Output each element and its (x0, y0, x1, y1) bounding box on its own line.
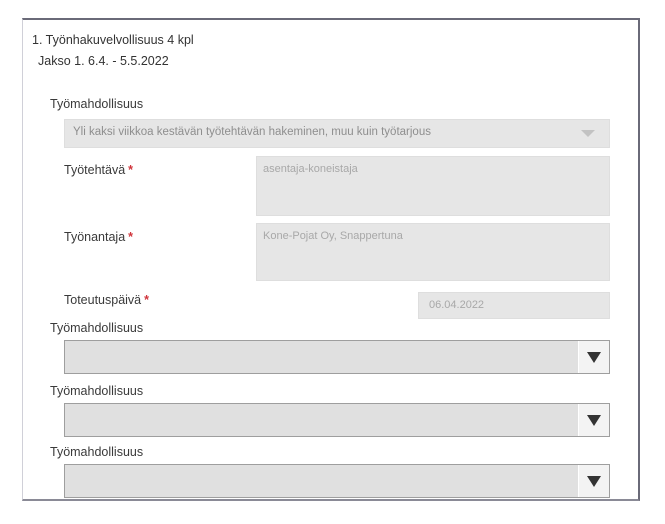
opportunity-selected-value: Yli kaksi viikkoa kestävän työtehtävän h… (73, 126, 431, 138)
required-asterisk: * (144, 293, 150, 307)
opportunity-label: Työmahdollisuus (50, 97, 144, 111)
employer-textarea: Kone-Pojat Oy, Snappertuna (256, 223, 610, 281)
dropdown-button[interactable] (578, 404, 609, 436)
opportunity-label-3: Työmahdollisuus (50, 384, 144, 398)
required-asterisk: * (128, 230, 134, 244)
triangle-down-icon (587, 476, 601, 487)
employer-label: Työnantaja * (64, 230, 133, 244)
chevron-down-icon (581, 130, 595, 137)
period-label: Jakso 1. 6.4. - 5.5.2022 (38, 54, 169, 68)
triangle-down-icon (587, 352, 601, 363)
opportunity-select-disabled: Yli kaksi viikkoa kestävän työtehtävän h… (64, 119, 610, 148)
opportunity-dropdown-2[interactable] (64, 340, 610, 374)
date-label: Toteutuspäivä * (64, 293, 149, 307)
opportunity-dropdown-3[interactable] (64, 403, 610, 437)
dropdown-button[interactable] (578, 465, 609, 497)
opportunity-label-4: Työmahdollisuus (50, 445, 144, 459)
date-label-text: Toteutuspäivä (64, 293, 142, 307)
dropdown-button[interactable] (578, 341, 609, 373)
task-label-text: Työtehtävä (64, 163, 126, 177)
employer-label-text: Työnantaja (64, 230, 126, 244)
date-field: 06.04.2022 (418, 292, 610, 319)
opportunity-dropdown-4[interactable] (64, 464, 610, 498)
task-label: Työtehtävä * (64, 163, 133, 177)
opportunity-label-2: Työmahdollisuus (50, 321, 144, 335)
triangle-down-icon (587, 415, 601, 426)
task-textarea: asentaja-koneistaja (256, 156, 610, 216)
required-asterisk: * (128, 163, 134, 177)
section-title: 1. Työnhakuvelvollisuus 4 kpl (32, 33, 194, 47)
